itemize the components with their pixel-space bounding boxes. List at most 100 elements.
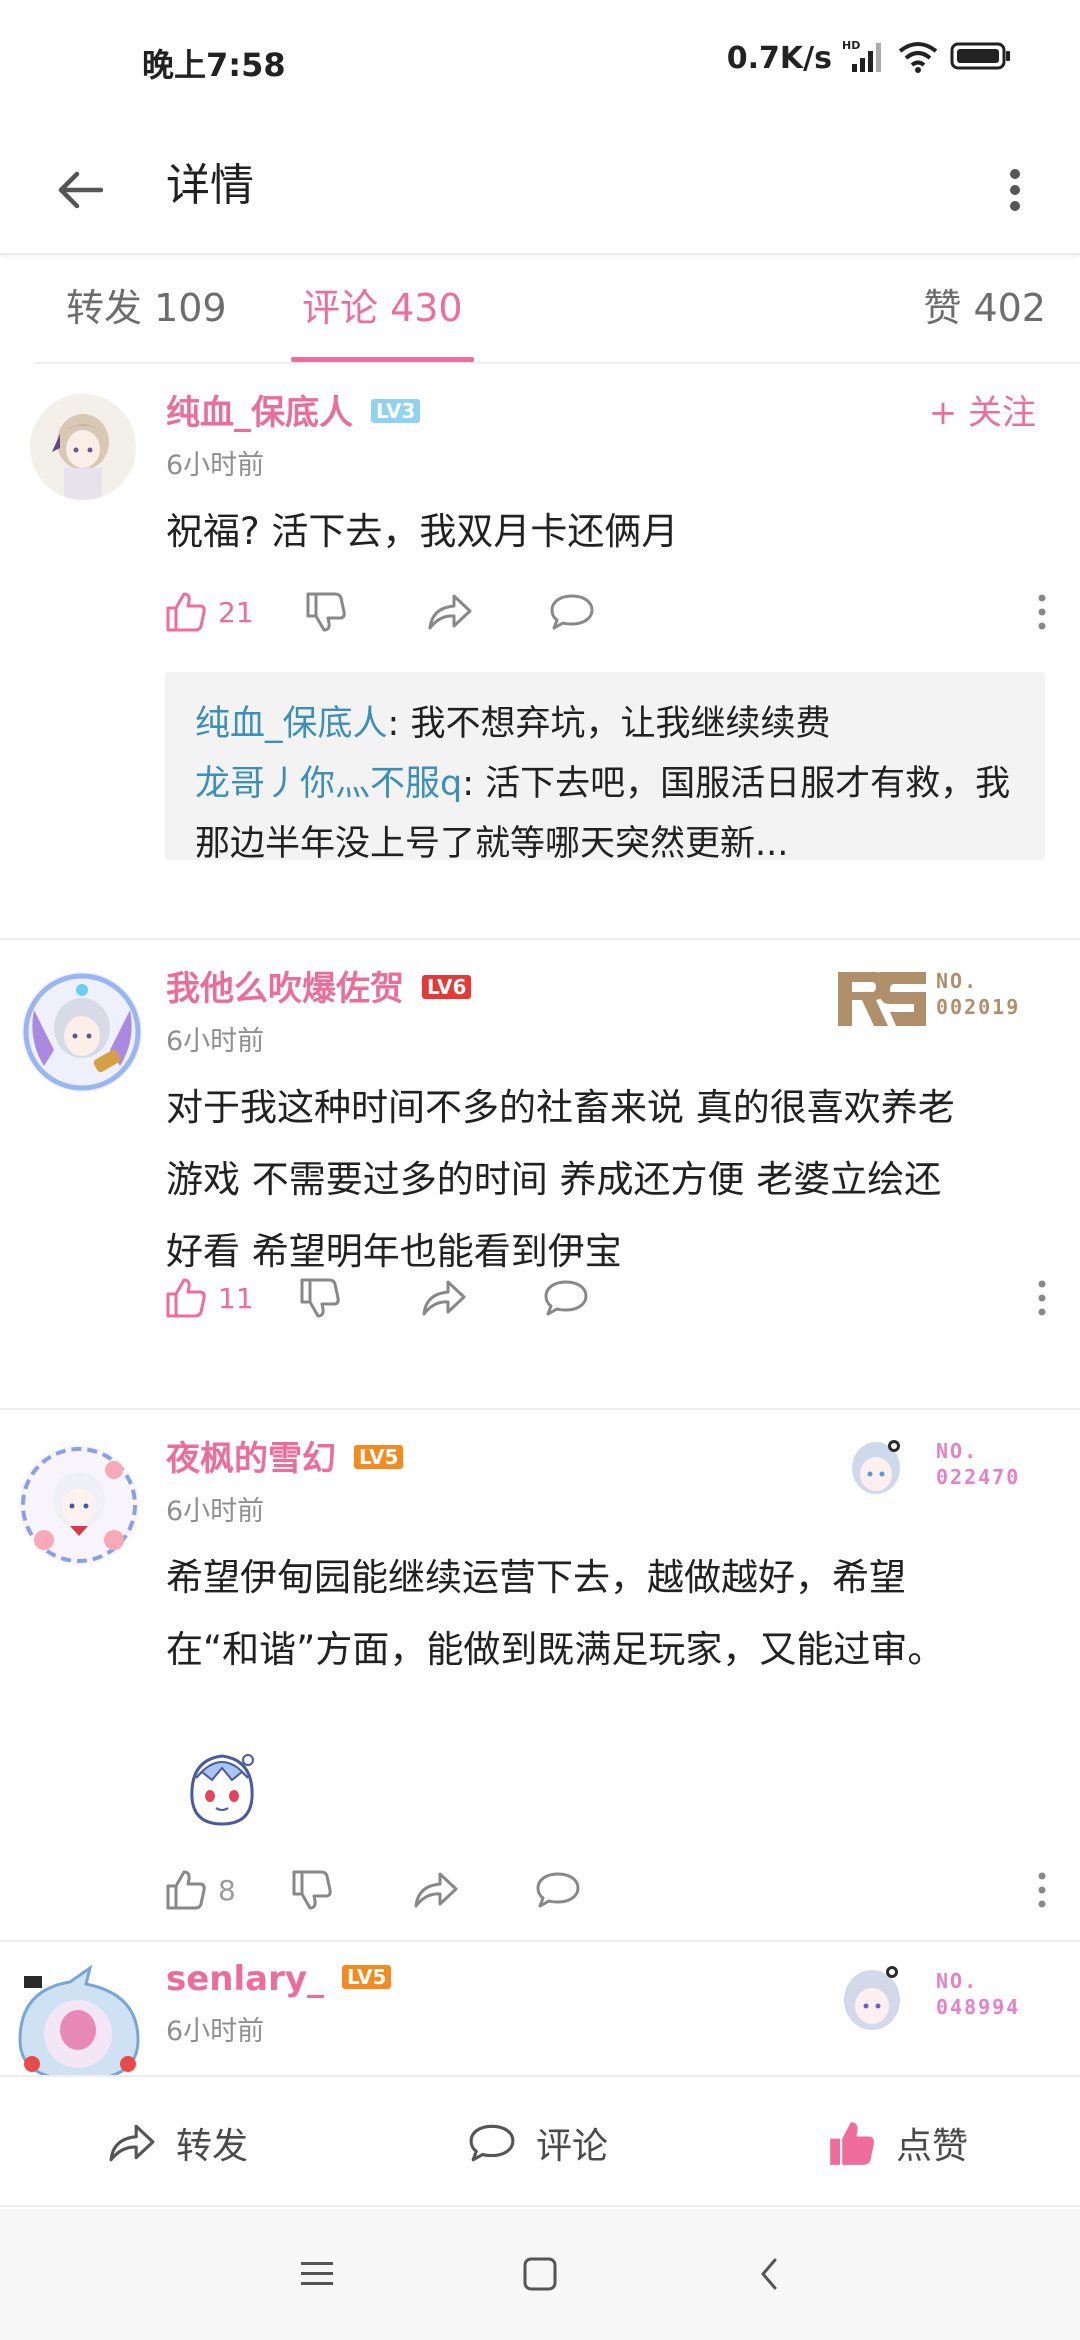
comment-time: 6小时前: [166, 2016, 265, 2047]
reply-preview[interactable]: 纯血_保底人: 我不想弃坑，让我继续续费 龙哥丿你灬不服q: 活下去吧，国服活日…: [165, 672, 1045, 864]
app-bar: 详情: [0, 125, 1080, 255]
tab-repost[interactable]: 转发 109: [66, 283, 227, 333]
like-label: 点赞: [896, 2126, 969, 2167]
reply-button[interactable]: [542, 1268, 590, 1328]
avatar[interactable]: [10, 1960, 150, 2075]
battery-icon: [950, 41, 1012, 75]
reply-line: 纯血_保底人: 我不想弃坑，让我继续续费: [195, 704, 831, 744]
fan-medal: NO. 022470: [836, 1430, 1036, 1510]
tab-comments[interactable]: 评论 430: [302, 283, 463, 333]
speech-bubble-icon: [550, 594, 594, 630]
comment-username[interactable]: senlary_ LV5: [166, 1956, 392, 2002]
repost-button[interactable]: 转发: [106, 2113, 248, 2173]
dislike-button[interactable]: [304, 582, 348, 642]
home-nav-button[interactable]: [515, 2249, 565, 2299]
speech-bubble-icon: [469, 2124, 515, 2162]
comment-content: 希望伊甸园能继续运营下去，越做越好，希望 在“和谐”方面，能做到既满足玩家，又能…: [166, 1556, 945, 1671]
level-badge: LV3: [371, 399, 421, 423]
like-button[interactable]: 11: [164, 1268, 254, 1328]
like-count: 21: [218, 595, 254, 629]
vertical-dots-icon: [1038, 1280, 1046, 1316]
share-button[interactable]: [412, 1860, 460, 1920]
speech-bubble-icon: [544, 1280, 588, 1316]
share-arrow-icon: [428, 594, 472, 630]
share-button[interactable]: [426, 582, 474, 642]
network-speed: 0.7K/s: [726, 40, 832, 76]
comment-more-button[interactable]: [1022, 1860, 1062, 1920]
comment-username[interactable]: 夜枫的雪幻 LV5: [166, 1436, 404, 1482]
tab-likes[interactable]: 赞 402: [923, 283, 1046, 333]
rng-logo-icon: [838, 972, 926, 1026]
like-post-button[interactable]: 点赞: [826, 2113, 968, 2173]
avatar[interactable]: [14, 1440, 144, 1570]
comment-username[interactable]: 我他么吹爆佐贺 LV6: [166, 966, 472, 1012]
wifi-icon: [896, 39, 940, 77]
vertical-dots-icon: [1038, 594, 1046, 630]
level-badge: LV5: [354, 1445, 404, 1469]
vertical-dots-icon: [1038, 1872, 1046, 1908]
back-nav-button[interactable]: [744, 2249, 794, 2299]
comment-label: 评论: [536, 2126, 609, 2167]
like-count: 8: [218, 1873, 236, 1907]
bottom-action-bar: 转发 评论 点赞: [0, 2075, 1080, 2207]
arrow-left-icon: [58, 171, 103, 209]
fan-medal: NO. 048994: [836, 1960, 1036, 2040]
dislike-button[interactable]: [298, 1268, 342, 1328]
thumb-down-icon: [292, 1870, 332, 1910]
square-home-icon: [523, 2257, 557, 2291]
thumb-up-icon: [166, 592, 206, 632]
reply-button[interactable]: [548, 582, 596, 642]
comment-time: 6小时前: [166, 1026, 265, 1057]
reply-username[interactable]: 龙哥丿你灬不服q: [195, 764, 462, 804]
comment-content: 对于我这种时间不多的社畜来说 真的很喜欢养老 游戏 不需要过多的时间 养成还方便…: [166, 1086, 955, 1273]
dislike-button[interactable]: [290, 1860, 334, 1920]
thumb-up-icon: [166, 1278, 206, 1318]
thumb-up-filled-icon: [830, 2122, 874, 2165]
more-options-button[interactable]: [980, 155, 1050, 225]
signal-icon: HD: [842, 38, 886, 78]
page-title: 详情: [166, 160, 254, 211]
thumb-down-icon: [306, 592, 346, 632]
reply-line: 龙哥丿你灬不服q: 活下去吧，国服活日服才有救，我那边半年没上号了就等哪天突然更…: [195, 764, 1011, 864]
hd-label: HD: [842, 39, 860, 52]
comment-button[interactable]: 评论: [466, 2113, 608, 2173]
chevron-left-icon: [761, 2258, 777, 2290]
sticker-emoji: [172, 1738, 272, 1838]
medal-number: NO. 002019: [936, 969, 1021, 1019]
reply-username[interactable]: 纯血_保底人: [195, 704, 388, 744]
avatar[interactable]: [20, 970, 144, 1094]
comment-divider: [0, 1408, 1080, 1410]
share-arrow-icon: [414, 1872, 458, 1908]
share-arrow-icon: [109, 2124, 155, 2162]
fan-medal: NO. 002019: [836, 960, 1036, 1040]
menu-nav-button[interactable]: [292, 2249, 342, 2299]
status-bar: 晚上7:58 0.7K/s HD: [0, 0, 1080, 125]
comment-more-button[interactable]: [1022, 582, 1062, 642]
back-button[interactable]: [44, 155, 114, 225]
comment-actions: 21: [164, 582, 1046, 642]
tabs-divider: [34, 362, 1080, 364]
level-badge: LV6: [422, 975, 472, 999]
like-button[interactable]: 8: [164, 1860, 236, 1920]
comment-more-button[interactable]: [1022, 1268, 1062, 1328]
status-indicators: 0.7K/s HD: [727, 38, 1012, 78]
like-count: 11: [218, 1281, 254, 1315]
reply-button[interactable]: [534, 1860, 582, 1920]
avatar[interactable]: [30, 394, 136, 500]
repost-label: 转发: [176, 2126, 249, 2167]
like-button[interactable]: 21: [164, 582, 254, 642]
hamburger-icon: [301, 2262, 333, 2285]
comment-time: 6小时前: [166, 450, 265, 481]
comment-username[interactable]: 纯血_保底人 LV3: [166, 390, 421, 436]
share-arrow-icon: [422, 1280, 466, 1316]
share-button[interactable]: [420, 1268, 468, 1328]
thumb-down-icon: [300, 1278, 340, 1318]
medal-number: NO. 048994: [936, 1969, 1021, 2019]
follow-button[interactable]: + 关注: [929, 390, 1036, 436]
system-navigation-bar: [0, 2209, 1080, 2340]
medal-avatar-icon: [852, 1440, 900, 1494]
comment-actions: 11: [164, 1268, 1046, 1328]
comment-divider: [0, 938, 1080, 940]
medal-number: NO. 022470: [936, 1439, 1021, 1489]
level-badge: LV5: [342, 1965, 392, 1989]
